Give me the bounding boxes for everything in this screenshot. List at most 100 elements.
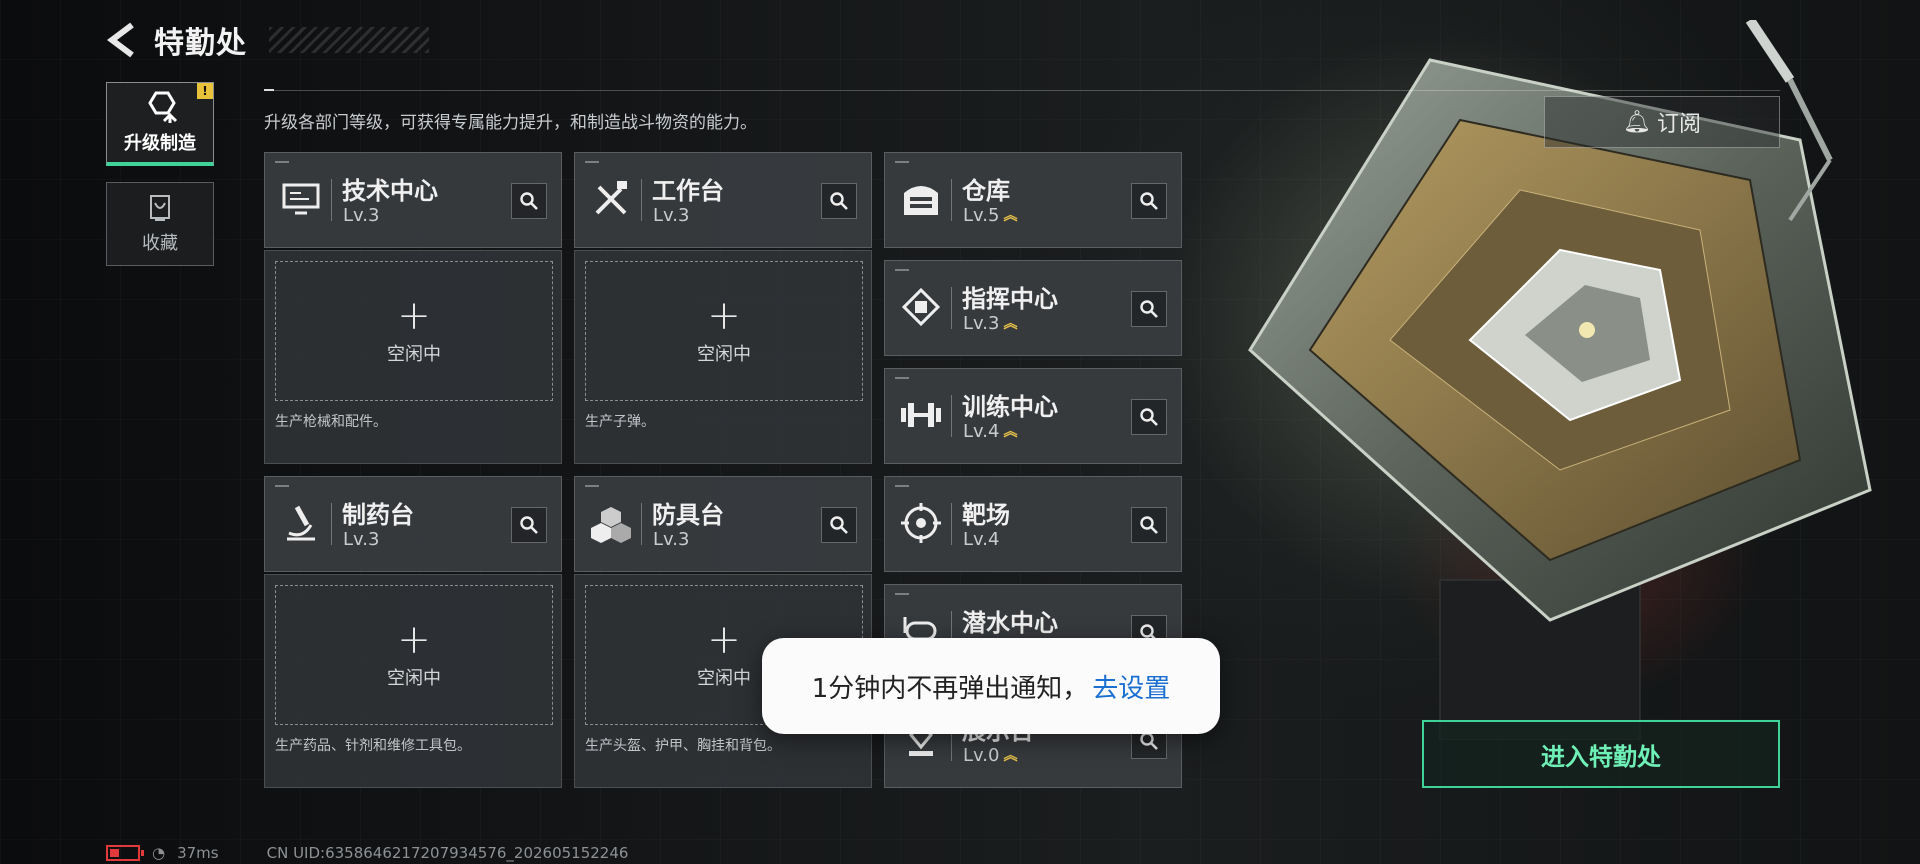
level-text: Lv.3 xyxy=(343,205,380,226)
card-corner-mark xyxy=(895,593,909,595)
card-corner-mark xyxy=(895,485,909,487)
trophy-icon xyxy=(150,195,170,221)
level-text: Lv.4 xyxy=(963,529,1000,550)
facility-card-header[interactable]: 训练中心 Lv.4 ︽ xyxy=(884,368,1182,464)
search-icon[interactable] xyxy=(511,183,547,219)
card-divider xyxy=(331,503,332,545)
slot-status: 空闲中 xyxy=(387,344,441,365)
add-icon: + xyxy=(397,293,431,339)
department-name: 指挥中心 xyxy=(962,285,1058,313)
production-slot[interactable]: + 空闲中 xyxy=(275,261,553,401)
department-level: Lv.3 xyxy=(653,529,689,550)
subscribe-button[interactable]: 🔔︎ 订阅 xyxy=(1544,96,1780,148)
search-icon[interactable] xyxy=(1131,507,1167,543)
uid-readout: CN UID:6358646217207934576_202605152246 xyxy=(266,844,629,862)
production-note: 生产子弹。 xyxy=(585,414,655,430)
card-divider xyxy=(331,179,332,221)
facility-card-header[interactable]: 靶场 Lv.4 xyxy=(884,476,1182,572)
facility-card-header[interactable]: 指挥中心 Lv.3 ︽ xyxy=(884,260,1182,356)
back-arrow-icon xyxy=(107,22,134,58)
slot-status: 空闲中 xyxy=(697,344,751,365)
slot-status: 空闲中 xyxy=(387,668,441,689)
production-note: 生产药品、针剂和维修工具包。 xyxy=(275,738,471,754)
upgrade-arrow-icon xyxy=(148,91,178,123)
enter-special-ops-button[interactable]: 进入特勤处 xyxy=(1422,720,1780,788)
bell-icon: 🔔︎ xyxy=(1623,109,1651,135)
facility-card-header[interactable]: 制药台 Lv.3 xyxy=(264,476,562,572)
card-divider xyxy=(951,179,952,221)
level-text: Lv.3 xyxy=(343,529,380,550)
upgrade-available-icon: ︽ xyxy=(1003,747,1018,764)
department-level: Lv.3 ︽ xyxy=(963,313,1017,334)
production-slot[interactable]: + 空闲中 xyxy=(275,585,553,725)
facility-card-header[interactable]: 防具台 Lv.3 xyxy=(574,476,872,572)
card-corner-mark xyxy=(895,377,909,379)
tools-icon xyxy=(589,177,633,221)
tab-label: 收藏 xyxy=(142,233,178,254)
notification-toast: 1分钟内不再弹出通知， 去设置 xyxy=(762,638,1220,734)
upgrade-available-icon: ︽ xyxy=(1003,423,1018,440)
department-name: 技术中心 xyxy=(342,177,438,205)
ping-readout: 37ms xyxy=(177,844,219,862)
toast-settings-link[interactable]: 去设置 xyxy=(1092,668,1170,705)
card-corner-mark xyxy=(585,161,599,163)
search-icon[interactable] xyxy=(511,507,547,543)
department-name: 工作台 xyxy=(652,177,724,205)
add-icon: + xyxy=(707,293,741,339)
battery-icon xyxy=(106,845,144,861)
card-corner-mark xyxy=(895,269,909,271)
add-icon: + xyxy=(707,617,741,663)
card-divider xyxy=(951,503,952,545)
card-divider xyxy=(641,179,642,221)
production-note: 生产头盔、护甲、胸挂和背包。 xyxy=(585,738,781,754)
card-corner-mark xyxy=(585,485,599,487)
dumbbell-icon xyxy=(899,393,943,437)
level-text: Lv.3 xyxy=(653,529,690,550)
department-name: 潜水中心 xyxy=(962,609,1058,637)
level-text: Lv.5 xyxy=(963,205,1000,226)
production-panel: + 空闲中生产枪械和配件。 xyxy=(264,250,562,464)
status-bar: ◔ 37ms CN UID:6358646217207934576_202605… xyxy=(106,844,628,862)
department-level: Lv.5 ︽ xyxy=(963,205,1017,226)
search-icon[interactable] xyxy=(1131,291,1167,327)
production-slot[interactable]: + 空闲中 xyxy=(585,261,863,401)
department-level: Lv.0 ︽ xyxy=(963,745,1017,766)
microscope-icon xyxy=(279,501,323,545)
search-icon[interactable] xyxy=(821,183,857,219)
armor-blocks-icon xyxy=(589,501,633,545)
search-icon[interactable] xyxy=(1131,399,1167,435)
alert-badge: ! xyxy=(197,83,213,99)
facility-card-header[interactable]: 技术中心 Lv.3 xyxy=(264,152,562,248)
target-icon xyxy=(899,501,943,545)
card-corner-mark xyxy=(895,161,909,163)
level-text: Lv.4 xyxy=(963,421,1000,442)
divider xyxy=(264,89,1780,91)
search-icon[interactable] xyxy=(1131,183,1167,219)
upgrade-available-icon: ︽ xyxy=(1003,315,1018,332)
department-level: Lv.4 ︽ xyxy=(963,421,1017,442)
upgrade-available-icon: ︽ xyxy=(1003,207,1018,224)
department-name: 训练中心 xyxy=(962,393,1058,421)
title-decoration xyxy=(269,27,429,53)
back-button[interactable] xyxy=(104,19,140,61)
production-panel: + 空闲中生产药品、针剂和维修工具包。 xyxy=(264,574,562,788)
department-name: 制药台 xyxy=(342,501,414,529)
facility-card-header[interactable]: 工作台 Lv.3 xyxy=(574,152,872,248)
wifi-icon: ◔ xyxy=(152,844,166,862)
facility-card-header[interactable]: 仓库 Lv.5 ︽ xyxy=(884,152,1182,248)
department-name: 仓库 xyxy=(962,177,1010,205)
department-level: Lv.4 xyxy=(963,529,999,550)
department-name: 防具台 xyxy=(652,501,724,529)
add-icon: + xyxy=(397,617,431,663)
machine-illustration xyxy=(1248,20,1872,740)
production-note: 生产枪械和配件。 xyxy=(275,414,387,430)
tab-upgrade-manufacture[interactable]: ! 升级制造 xyxy=(106,82,214,166)
tab-collection[interactable]: 收藏 xyxy=(106,182,214,266)
department-level: Lv.3 xyxy=(653,205,689,226)
subscribe-label: 订阅 xyxy=(1656,112,1701,137)
tab-label: 升级制造 xyxy=(124,132,196,154)
page-title: 特勤处 xyxy=(154,26,247,61)
level-text: Lv.3 xyxy=(653,205,690,226)
search-icon[interactable] xyxy=(821,507,857,543)
level-text: Lv.3 xyxy=(963,313,1000,334)
